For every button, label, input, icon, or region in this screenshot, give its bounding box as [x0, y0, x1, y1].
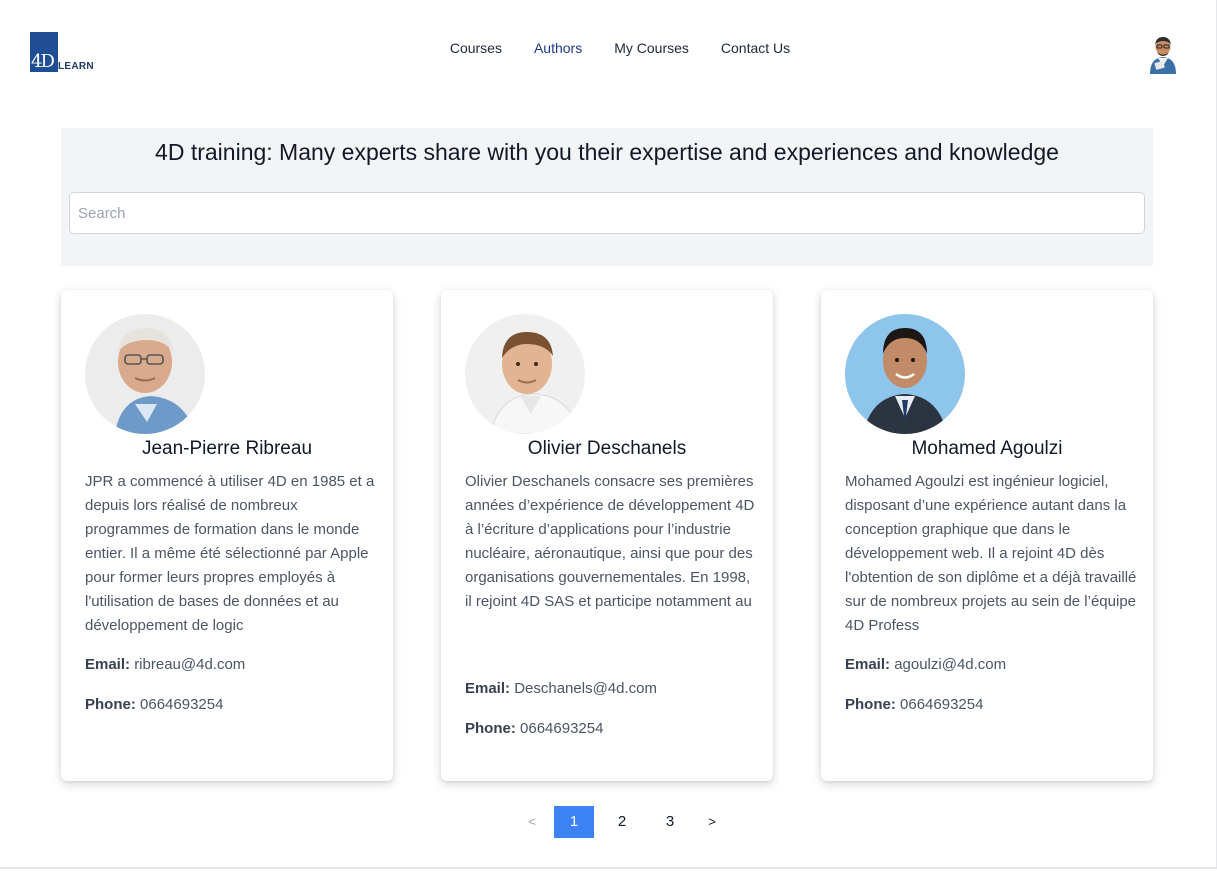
email-value: Deschanels@4d.com	[514, 680, 657, 697]
author-photo	[845, 314, 965, 434]
nav-authors[interactable]: Authors	[518, 39, 598, 57]
email-label: Email:	[465, 680, 511, 697]
phone-label: Phone:	[465, 720, 516, 737]
author-email: Email: agoulzi@4d.com	[845, 655, 1137, 675]
author-photo	[465, 314, 585, 434]
page-button-3[interactable]: 3	[650, 806, 690, 838]
author-card: Olivier Deschanels Olivier Deschanels co…	[441, 290, 773, 781]
nav-courses[interactable]: Courses	[434, 39, 518, 57]
author-card: Mohamed Agoulzi Mohamed Agoulzi est ingé…	[821, 290, 1153, 781]
author-email: Email: Deschanels@4d.com	[465, 679, 757, 699]
author-photo	[85, 314, 205, 434]
author-phone: Phone: 0664693254	[465, 719, 757, 739]
next-page-button[interactable]: >	[700, 806, 724, 838]
author-bio: Olivier Deschanels consacre ses première…	[465, 473, 755, 610]
logo-word: LEARN	[58, 61, 94, 72]
user-avatar-icon[interactable]	[1145, 32, 1181, 74]
phone-value: 0664693254	[520, 720, 604, 737]
author-name: Olivier Deschanels	[527, 438, 687, 459]
author-card: Jean-Pierre Ribreau JPR a commencé à uti…	[61, 290, 393, 781]
phone-label: Phone:	[85, 696, 136, 713]
phone-value: 0664693254	[900, 696, 984, 713]
page-button-2[interactable]: 2	[602, 806, 642, 838]
phone-label: Phone:	[845, 696, 896, 713]
hero-section: 4D training: Many experts share with you…	[61, 128, 1153, 266]
email-value: ribreau@4d.com	[134, 656, 246, 673]
author-phone: Phone: 0664693254	[85, 695, 377, 715]
page-button-1[interactable]: 1	[554, 806, 594, 838]
main-nav: Courses Authors My Courses Contact Us	[0, 39, 1217, 57]
pagination: < 1 2 3 >	[0, 806, 1217, 838]
author-bio: JPR a commencé à utiliser 4D en 1985 et …	[85, 473, 375, 634]
email-label: Email:	[85, 656, 131, 673]
page-title: 4D training: Many experts share with you…	[155, 139, 1059, 165]
author-bio: Mohamed Agoulzi est ingénieur logiciel, …	[845, 473, 1137, 634]
author-email: Email: ribreau@4d.com	[85, 655, 377, 675]
email-value: agoulzi@4d.com	[894, 656, 1007, 673]
prev-page-button[interactable]: <	[520, 806, 544, 838]
author-name: Jean-Pierre Ribreau	[141, 438, 313, 459]
nav-my-courses[interactable]: My Courses	[598, 39, 705, 57]
phone-value: 0664693254	[140, 696, 224, 713]
email-label: Email:	[845, 656, 891, 673]
author-name: Mohamed Agoulzi	[911, 438, 1063, 459]
search-input[interactable]	[69, 192, 1145, 234]
author-phone: Phone: 0664693254	[845, 695, 1137, 715]
nav-contact-us[interactable]: Contact Us	[705, 39, 806, 57]
